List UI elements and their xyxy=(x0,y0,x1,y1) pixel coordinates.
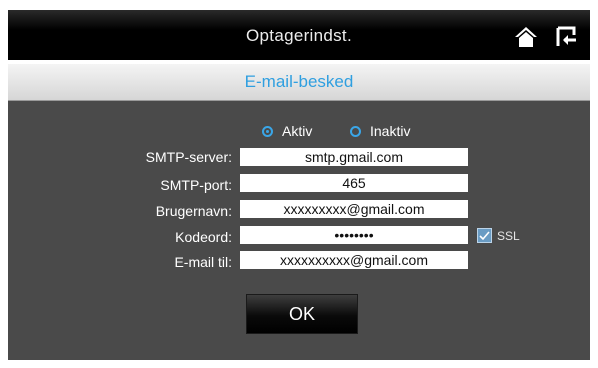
smtp-port-input[interactable]: 465 xyxy=(240,174,468,192)
radio-aktiv-label: Aktiv xyxy=(282,123,313,139)
email-to-input[interactable]: xxxxxxxxxx@gmail.com xyxy=(240,251,468,269)
radio-inaktiv-label: Inaktiv xyxy=(370,123,411,139)
smtp-server-label: SMTP-server: xyxy=(145,149,232,165)
ok-button[interactable]: OK xyxy=(246,294,358,334)
subheader-bar: E-mail-besked xyxy=(8,64,590,101)
radio-aktiv[interactable]: Aktiv xyxy=(262,122,312,140)
home-icon[interactable] xyxy=(514,26,538,48)
radio-unselected-icon xyxy=(350,125,361,137)
password-input[interactable]: •••••••• xyxy=(240,226,468,244)
recorder-settings-screen: Optagerindst. E-mail-besked Aktiv Inakti… xyxy=(0,0,598,368)
section-title: E-mail-besked xyxy=(244,72,354,91)
username-label: Brugernavn: xyxy=(155,203,232,219)
smtp-port-label: SMTP-port: xyxy=(160,177,232,193)
password-label: Kodeord: xyxy=(175,229,232,245)
checkmark-icon xyxy=(479,231,490,241)
smtp-server-input[interactable]: smtp.gmail.com xyxy=(240,148,468,166)
radio-inaktiv[interactable]: Inaktiv xyxy=(350,122,410,140)
username-input[interactable]: xxxxxxxxx@gmail.com xyxy=(240,200,468,218)
ssl-label: SSL xyxy=(497,229,520,243)
header-bar: Optagerindst. xyxy=(8,10,590,60)
email-to-label: E-mail til: xyxy=(174,254,232,270)
radio-selected-icon xyxy=(262,125,273,137)
ssl-checkbox[interactable] xyxy=(477,228,492,243)
exit-icon[interactable] xyxy=(555,26,579,48)
screen-title: Optagerindst. xyxy=(246,26,352,45)
